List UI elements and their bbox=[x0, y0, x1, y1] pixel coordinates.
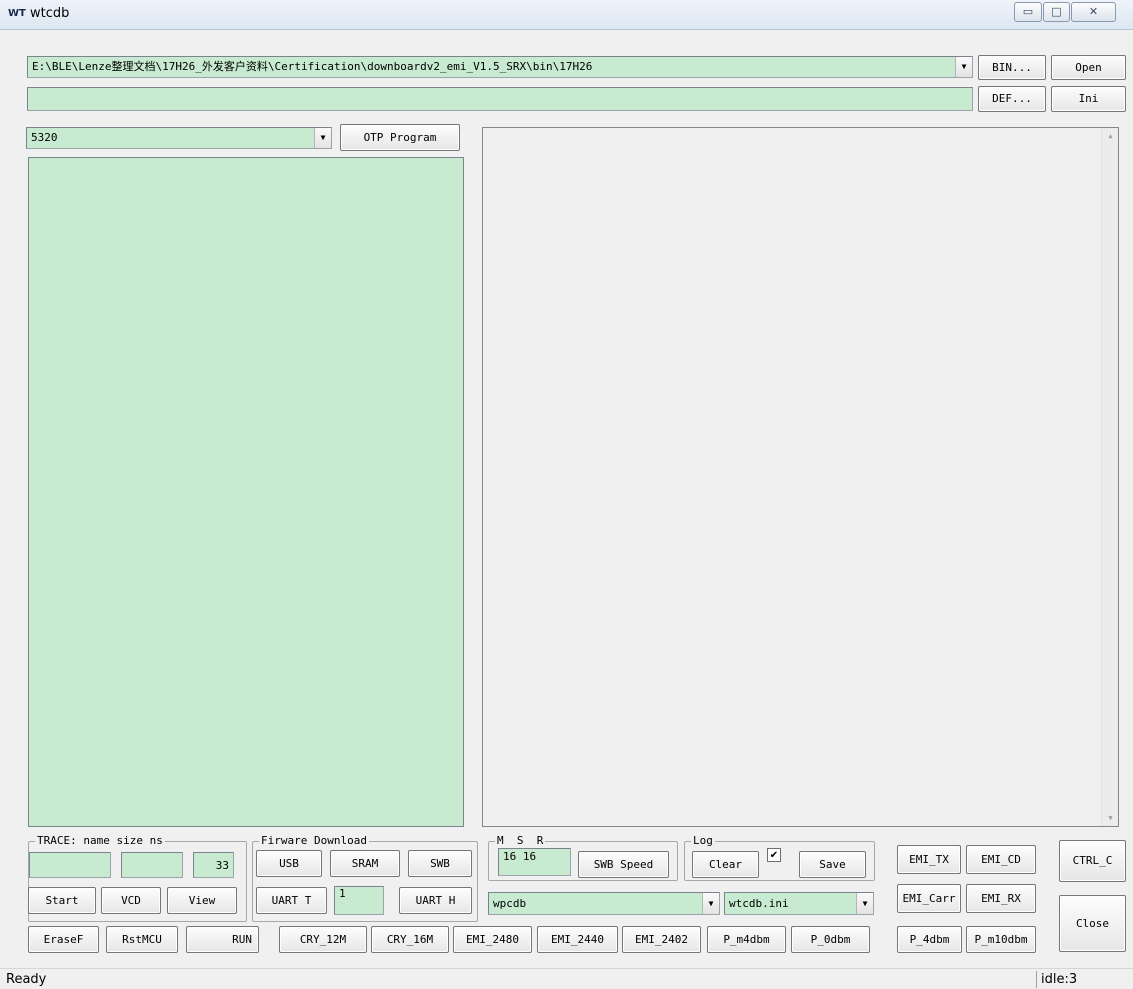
otp-program-button[interactable]: OTP Program bbox=[340, 124, 460, 151]
status-text: Ready bbox=[6, 972, 47, 987]
trace-group-title: TRACE: name size ns bbox=[35, 834, 165, 848]
uart-t-button[interactable]: UART T bbox=[256, 887, 327, 914]
chevron-down-icon[interactable]: ▼ bbox=[856, 893, 873, 914]
log-group-title: Log bbox=[691, 834, 715, 848]
trace-list[interactable] bbox=[28, 157, 464, 827]
p-m10dbm-button[interactable]: P_m10dbm bbox=[966, 926, 1036, 953]
wpcdb-combo[interactable]: wpcdb ▼ bbox=[488, 892, 720, 915]
path-value: E:\BLE\Lenze整理文档\17H26_外发客户资料\Certificat… bbox=[32, 60, 593, 73]
open-button[interactable]: Open bbox=[1051, 55, 1126, 80]
view-button[interactable]: View bbox=[167, 887, 237, 914]
emi-carr-button[interactable]: EMI_Carr bbox=[897, 884, 961, 913]
chevron-down-icon[interactable]: ▼ bbox=[314, 128, 331, 148]
log-checkbox[interactable]: ✔ bbox=[767, 848, 781, 862]
uart-value: 1 bbox=[339, 887, 346, 900]
emi-cd-button[interactable]: EMI_CD bbox=[966, 845, 1036, 874]
bin-button[interactable]: BIN... bbox=[978, 55, 1046, 80]
emi-2440-button[interactable]: EMI_2440 bbox=[537, 926, 618, 953]
swb-speed-button[interactable]: SWB Speed bbox=[578, 851, 669, 878]
status-divider bbox=[1036, 971, 1037, 988]
msr-value: 16 16 bbox=[503, 850, 537, 863]
emi-rx-button[interactable]: EMI_RX bbox=[966, 884, 1036, 913]
status-bar: Ready idle:3 bbox=[0, 968, 1133, 989]
vertical-scrollbar[interactable]: ▲ ▼ bbox=[1101, 128, 1118, 826]
uart-h-button[interactable]: UART H bbox=[399, 887, 472, 914]
close-button[interactable]: ✕ bbox=[1071, 2, 1116, 22]
usb-button[interactable]: USB bbox=[256, 850, 322, 877]
wpcdb-value: wpcdb bbox=[493, 897, 527, 910]
msr-group-title: M S R bbox=[495, 834, 546, 848]
p-m4dbm-button[interactable]: P_m4dbm bbox=[707, 926, 786, 953]
trace-ns-field[interactable]: 33 bbox=[193, 852, 234, 878]
def-button[interactable]: DEF... bbox=[978, 86, 1046, 112]
chevron-down-icon[interactable]: ▼ bbox=[702, 893, 719, 914]
status-idle: idle:3 bbox=[1041, 972, 1078, 987]
firmware-group-title: Firware Download bbox=[259, 834, 369, 848]
ctrl-c-button[interactable]: CTRL_C bbox=[1059, 840, 1126, 882]
uart-value-field[interactable]: 1 bbox=[334, 886, 384, 915]
run-button[interactable]: RUN bbox=[186, 926, 259, 953]
trace-size-field[interactable] bbox=[121, 852, 183, 878]
start-button[interactable]: Start bbox=[28, 887, 96, 914]
trace-ns-value: 33 bbox=[215, 859, 229, 872]
p-4dbm-button[interactable]: P_4dbm bbox=[897, 926, 962, 953]
rstmcu-button[interactable]: RstMCU bbox=[106, 926, 178, 953]
ini-button[interactable]: Ini bbox=[1051, 86, 1126, 112]
path-combo[interactable]: E:\BLE\Lenze整理文档\17H26_外发客户资料\Certificat… bbox=[27, 56, 973, 78]
minimize-button[interactable]: ▭ bbox=[1014, 2, 1042, 22]
maximize-button[interactable]: □ bbox=[1043, 2, 1070, 22]
close-app-button[interactable]: Close bbox=[1059, 895, 1126, 952]
scroll-up-icon[interactable]: ▲ bbox=[1102, 132, 1119, 140]
sram-button[interactable]: SRAM bbox=[330, 850, 400, 877]
window-title: wtcdb bbox=[30, 6, 70, 21]
ini-file-combo[interactable]: wtcdb.ini ▼ bbox=[724, 892, 874, 915]
log-clear-button[interactable]: Clear bbox=[692, 851, 759, 878]
cry-16m-button[interactable]: CRY_16M bbox=[371, 926, 449, 953]
p-0dbm-button[interactable]: P_0dbm bbox=[791, 926, 870, 953]
emi-tx-button[interactable]: EMI_TX bbox=[897, 845, 961, 874]
vcd-button[interactable]: VCD bbox=[101, 887, 161, 914]
cry-12m-button[interactable]: CRY_12M bbox=[279, 926, 367, 953]
scroll-down-icon[interactable]: ▼ bbox=[1102, 814, 1119, 822]
msr-field[interactable]: 16 16 bbox=[498, 848, 571, 876]
emi-2480-button[interactable]: EMI_2480 bbox=[453, 926, 532, 953]
emi-2402-button[interactable]: EMI_2402 bbox=[622, 926, 701, 953]
chevron-down-icon[interactable]: ▼ bbox=[955, 57, 972, 77]
chip-select-value: 5320 bbox=[31, 131, 58, 144]
output-area[interactable]: ▲ ▼ bbox=[482, 127, 1119, 827]
app-icon: WT bbox=[8, 8, 26, 19]
erasef-button[interactable]: EraseF bbox=[28, 926, 99, 953]
trace-name-field[interactable] bbox=[29, 852, 111, 878]
chip-select[interactable]: 5320 ▼ bbox=[26, 127, 332, 149]
swb-button[interactable]: SWB bbox=[408, 850, 472, 877]
title-bar: WT wtcdb ▭ □ ✕ bbox=[0, 0, 1133, 30]
def-field[interactable] bbox=[27, 87, 973, 111]
log-save-button[interactable]: Save bbox=[799, 851, 866, 878]
ini-file-value: wtcdb.ini bbox=[729, 897, 789, 910]
